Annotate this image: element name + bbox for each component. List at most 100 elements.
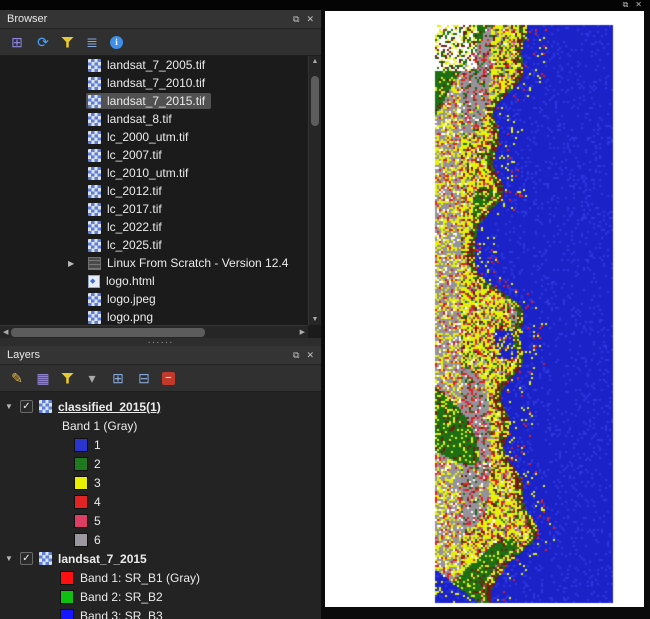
refresh-icon[interactable]: ⟳	[35, 34, 51, 50]
panel-splitter[interactable]: ······	[0, 336, 321, 348]
browser-item-label: landsat_8.tif	[107, 112, 172, 126]
legend-item[interactable]: 6	[0, 530, 321, 549]
layers-tree: ▼ ✓ classified_2015(1) Band 1 (Gray) 1 2 3 4 5 6 ▼…	[0, 392, 321, 619]
legend-item[interactable]: 4	[0, 492, 321, 511]
legend-item[interactable]: Band 1: SR_B1 (Gray)	[0, 568, 321, 587]
map-canvas[interactable]	[325, 11, 644, 607]
band-label-row[interactable]: Band 1 (Gray)	[0, 416, 321, 435]
browser-item[interactable]: lc_2007.tif	[0, 146, 308, 164]
browser-item[interactable]: landsat_7_2005.tif	[0, 56, 308, 74]
raster-file-icon	[88, 238, 101, 252]
legend-color-swatch	[74, 437, 88, 452]
browser-float-icon[interactable]: ⧉	[293, 14, 299, 25]
scroll-left-icon[interactable]: ◀	[3, 329, 8, 336]
horizontal-scroll-track[interactable]	[11, 327, 296, 337]
legend-color-swatch	[74, 456, 88, 471]
raster-file-icon	[88, 130, 101, 144]
browser-item-label: landsat_7_2005.tif	[107, 58, 206, 72]
raster-file-icon	[88, 148, 101, 162]
browser-item-content: landsat_7_2005.tif	[86, 57, 211, 73]
collapse-all-layers-icon[interactable]: ⊟	[136, 370, 152, 386]
layers-panel: Layers ⧉ ✕ ✎ ▦ ▾ ⊞ ⊟ − ▼ ✓ classified_2015(1) Ba…	[0, 346, 321, 619]
browser-item[interactable]: lc_2017.tif	[0, 200, 308, 218]
browser-item-content: landsat_8.tif	[86, 111, 178, 127]
expand-arrow-icon[interactable]: ▶	[68, 259, 74, 268]
raster-file-icon	[88, 310, 101, 324]
browser-item[interactable]: logo.png	[0, 308, 308, 325]
open-layer-styling-icon[interactable]: ✎	[9, 370, 25, 386]
layers-panel-header: Layers ⧉ ✕	[0, 346, 321, 365]
browser-item[interactable]: lc_2000_utm.tif	[0, 128, 308, 146]
browser-horizontal-scrollbar[interactable]: ◀ ▶	[0, 325, 308, 338]
raster-layer-icon	[39, 400, 52, 413]
filter-browser-icon[interactable]	[61, 36, 74, 48]
browser-item-label: Linux From Scratch - Version 12.4	[107, 256, 289, 270]
manage-map-themes-icon[interactable]: ▦	[35, 370, 51, 386]
book-file-icon	[88, 256, 101, 270]
browser-item-label: lc_2012.tif	[107, 184, 162, 198]
layer-name: landsat_7_2015	[58, 551, 147, 566]
browser-close-icon[interactable]: ✕	[306, 14, 314, 25]
legend-label: 6	[94, 532, 101, 547]
scroll-down-icon[interactable]: ▼	[312, 316, 319, 323]
legend-item[interactable]: 2	[0, 454, 321, 473]
add-selected-layers-icon[interactable]: ⊞	[9, 34, 25, 50]
browser-vertical-scrollbar[interactable]: ▲ ▼	[308, 56, 321, 325]
browser-item[interactable]: lc_2010_utm.tif	[0, 164, 308, 182]
legend-item[interactable]: Band 2: SR_B2	[0, 587, 321, 606]
legend-item[interactable]: 1	[0, 435, 321, 454]
raster-file-icon	[88, 184, 101, 198]
layers-float-icon[interactable]: ⧉	[293, 350, 299, 361]
browser-item-label: landsat_7_2010.tif	[107, 76, 206, 90]
browser-item[interactable]: lc_2012.tif	[0, 182, 308, 200]
scroll-right-icon[interactable]: ▶	[300, 329, 305, 336]
scroll-up-icon[interactable]: ▲	[312, 58, 319, 65]
layer-item[interactable]: ▼ ✓ classified_2015(1)	[0, 397, 321, 416]
legend-label: Band 1: SR_B1 (Gray)	[80, 570, 201, 585]
raster-file-icon	[88, 166, 101, 180]
expand-all-icon[interactable]: ⊞	[110, 370, 126, 386]
legend-color-swatch	[60, 589, 74, 604]
browser-item[interactable]: landsat_7_2010.tif	[0, 74, 308, 92]
layer-name: classified_2015(1)	[58, 399, 161, 414]
browser-item-content: logo.html	[86, 273, 161, 289]
legend-color-swatch	[60, 608, 74, 619]
legend-item[interactable]: 3	[0, 473, 321, 492]
browser-item[interactable]: logo.html	[0, 272, 308, 290]
browser-item-content: lc_2007.tif	[86, 147, 168, 163]
browser-item-label: landsat_7_2015.tif	[107, 94, 206, 108]
browser-item-content: landsat_7_2010.tif	[86, 75, 211, 91]
remove-layer-icon[interactable]: −	[162, 371, 175, 385]
vertical-scroll-thumb[interactable]	[311, 76, 319, 126]
splitter-handle-dots: ······	[147, 336, 174, 348]
properties-info-icon[interactable]: i	[110, 35, 123, 49]
layers-toolbar: ✎ ▦ ▾ ⊞ ⊟ −	[0, 365, 321, 392]
layer-item[interactable]: ▼ ✓ landsat_7_2015	[0, 549, 321, 568]
legend-item[interactable]: Band 3: SR_B3	[0, 606, 321, 619]
float-window-icon[interactable]: ⧉	[623, 1, 629, 9]
layers-close-icon[interactable]: ✕	[306, 350, 314, 361]
filter-dropdown-icon[interactable]: ▾	[84, 370, 100, 386]
browser-item[interactable]: lc_2025.tif	[0, 236, 308, 254]
browser-panel-header: Browser ⧉ ✕	[0, 10, 321, 29]
browser-item[interactable]: landsat_8.tif	[0, 110, 308, 128]
collapse-all-icon[interactable]: ≣	[84, 34, 100, 50]
browser-item-content: lc_2022.tif	[86, 219, 168, 235]
browser-item[interactable]: logo.jpeg	[0, 290, 308, 308]
close-window-icon[interactable]: ✕	[635, 1, 642, 9]
legend-item[interactable]: 5	[0, 511, 321, 530]
browser-item[interactable]: landsat_7_2015.tif	[0, 92, 308, 110]
browser-item[interactable]: ▶ Linux From Scratch - Version 12.4	[0, 254, 308, 272]
browser-item-label: lc_2017.tif	[107, 202, 162, 216]
collapse-arrow-icon[interactable]: ▼	[4, 402, 14, 411]
raster-file-icon	[88, 76, 101, 90]
layer-visibility-checkbox[interactable]: ✓	[20, 552, 33, 565]
horizontal-scroll-thumb[interactable]	[11, 327, 206, 337]
filter-legend-icon[interactable]	[61, 372, 74, 384]
legend-color-swatch	[74, 513, 88, 528]
dock-panels: Browser ⧉ ✕ ⊞ ⟳ ≣ i landsat_7_2005.tiflands…	[0, 10, 322, 619]
collapse-arrow-icon[interactable]: ▼	[4, 554, 14, 563]
browser-item[interactable]: lc_2022.tif	[0, 218, 308, 236]
layer-visibility-checkbox[interactable]: ✓	[20, 400, 33, 413]
raster-file-icon	[88, 94, 101, 108]
